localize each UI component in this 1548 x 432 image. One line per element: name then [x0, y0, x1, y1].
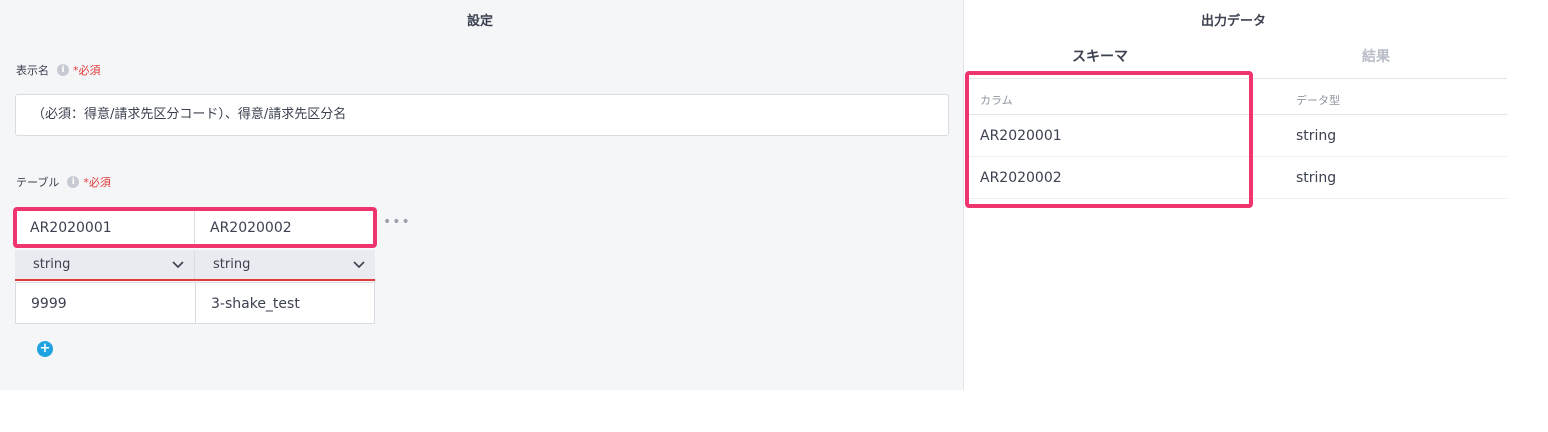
- column-type-select[interactable]: string: [195, 250, 375, 280]
- info-icon[interactable]: i: [57, 64, 69, 76]
- table-label: テーブル: [16, 176, 60, 189]
- settings-title: 設定: [467, 14, 494, 29]
- schema-type-header: データ型: [1296, 94, 1340, 107]
- schema-column-header: カラム: [980, 94, 1013, 107]
- schema-column-type: string: [1296, 170, 1337, 186]
- table-cell[interactable]: 3-shake_test: [195, 282, 375, 324]
- table-row: AR2020001 string: [965, 115, 1507, 157]
- output-title: 出力データ: [1201, 14, 1267, 29]
- output-panel: 出力データ スキーマ 結果 カラム データ型 AR2020001 string …: [965, 0, 1548, 432]
- table-column-header[interactable]: AR2020001: [15, 209, 195, 247]
- required-marker: *必須: [83, 176, 111, 189]
- table-cell[interactable]: 9999: [15, 282, 196, 324]
- tab-result[interactable]: 結果: [1362, 46, 1390, 66]
- column-type-value: string: [33, 257, 71, 272]
- more-icon[interactable]: •••: [383, 214, 411, 230]
- display-name-input[interactable]: （必須：得意/請求先区分コード）、得意/請求先区分名: [15, 94, 949, 136]
- required-marker: *必須: [73, 64, 101, 77]
- table-label-row: テーブル i *必須: [16, 174, 111, 190]
- display-name-label-row: 表示名 i *必須: [16, 62, 101, 78]
- type-row-underline: [15, 279, 375, 281]
- info-icon[interactable]: i: [67, 176, 80, 188]
- table-column-header[interactable]: AR2020002: [195, 209, 375, 247]
- column-type-select[interactable]: string: [15, 250, 195, 280]
- display-name-label: 表示名: [16, 64, 49, 77]
- schema-column-type: string: [1296, 128, 1337, 144]
- column-type-value: string: [213, 257, 251, 272]
- settings-panel: 設定 表示名 i *必須 （必須：得意/請求先区分コード）、得意/請求先区分名 …: [0, 0, 964, 390]
- add-row-button[interactable]: +: [37, 341, 53, 357]
- schema-column-name: AR2020001: [980, 128, 1062, 144]
- tab-schema[interactable]: スキーマ: [1072, 46, 1128, 66]
- schema-column-name: AR2020002: [980, 170, 1062, 186]
- table-row: AR2020002 string: [965, 157, 1507, 199]
- tab-divider: [965, 78, 1507, 79]
